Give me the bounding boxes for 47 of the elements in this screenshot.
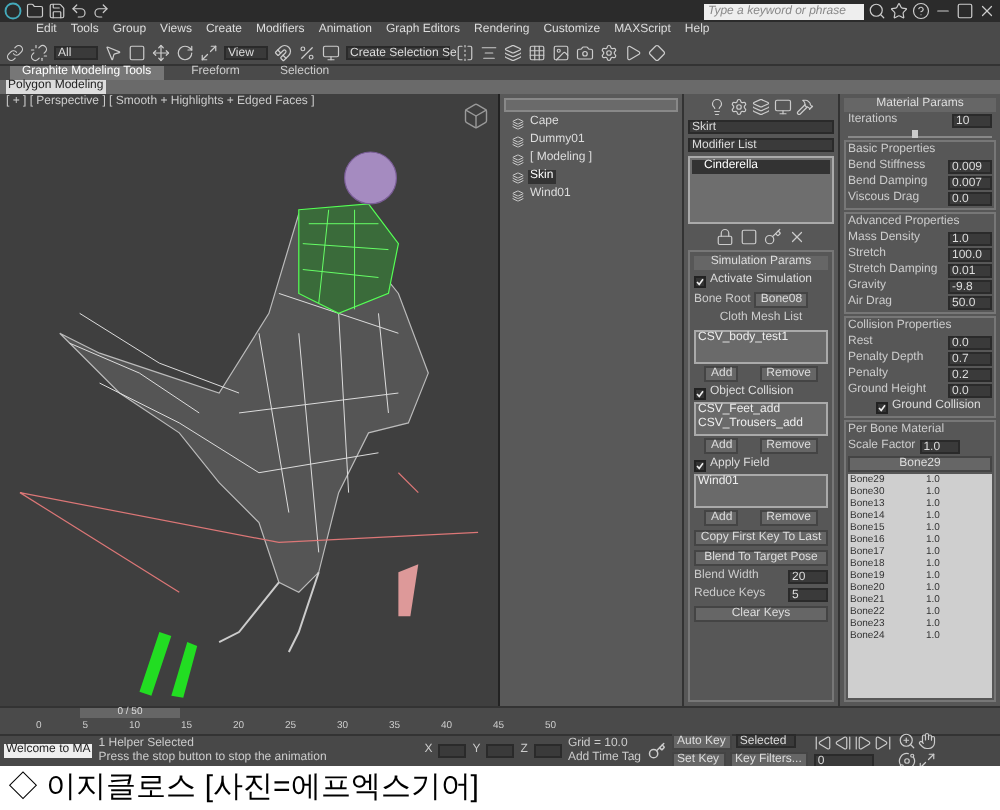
link-icon[interactable] (6, 43, 24, 61)
maximize-icon[interactable] (956, 2, 974, 20)
pan-icon[interactable] (917, 732, 936, 750)
unlink-icon[interactable] (30, 43, 48, 61)
orbit-icon[interactable] (897, 752, 916, 770)
checkbox[interactable] (876, 401, 888, 413)
text-object-drawing (139, 632, 198, 698)
diamond-icon[interactable] (648, 43, 666, 61)
search-icon[interactable] (868, 2, 886, 20)
snap-icon[interactable] (274, 43, 292, 61)
grid-icon[interactable] (528, 43, 546, 61)
star-icon[interactable] (890, 2, 908, 20)
marker-drawing (398, 564, 419, 617)
checkbox[interactable] (694, 459, 706, 471)
select-icon[interactable] (104, 43, 122, 61)
align-icon[interactable] (480, 43, 498, 61)
monitor-icon[interactable] (322, 43, 340, 61)
view-cube-icon[interactable] (462, 102, 490, 130)
go-to-start-icon[interactable] (813, 734, 832, 752)
slider-track[interactable] (848, 130, 992, 138)
app-logo-icon[interactable] (4, 2, 22, 20)
move-icon[interactable] (152, 43, 170, 61)
remove-modifier-icon[interactable] (788, 228, 806, 246)
save-icon[interactable] (48, 2, 66, 20)
close-icon[interactable] (978, 2, 996, 20)
coordinate-field[interactable] (438, 744, 467, 758)
caption: ◇ 이지클로스 [사진=에프엑스기어] (8, 770, 479, 806)
help-icon[interactable] (912, 2, 930, 20)
play-icon[interactable] (624, 43, 642, 61)
coordinate-field[interactable] (486, 744, 515, 758)
explorer-search-field[interactable] (504, 98, 678, 112)
open-icon[interactable] (26, 2, 44, 20)
go-to-end-icon[interactable] (873, 734, 892, 752)
redo-icon[interactable] (92, 2, 110, 20)
settings-icon[interactable] (600, 43, 618, 61)
key-icon[interactable] (647, 742, 666, 760)
next-frame-icon[interactable] (853, 734, 872, 752)
layers-icon[interactable] (504, 43, 522, 61)
percent-icon[interactable] (298, 43, 316, 61)
coordinate-field[interactable] (533, 744, 562, 758)
zoom-icon[interactable] (897, 732, 916, 750)
previous-frame-icon[interactable] (833, 734, 852, 752)
undo-icon[interactable] (70, 2, 88, 20)
rotate-icon[interactable] (176, 43, 194, 61)
checkbox[interactable] (694, 275, 706, 287)
checkbox[interactable] (694, 387, 706, 399)
slider-thumb[interactable] (912, 130, 919, 138)
